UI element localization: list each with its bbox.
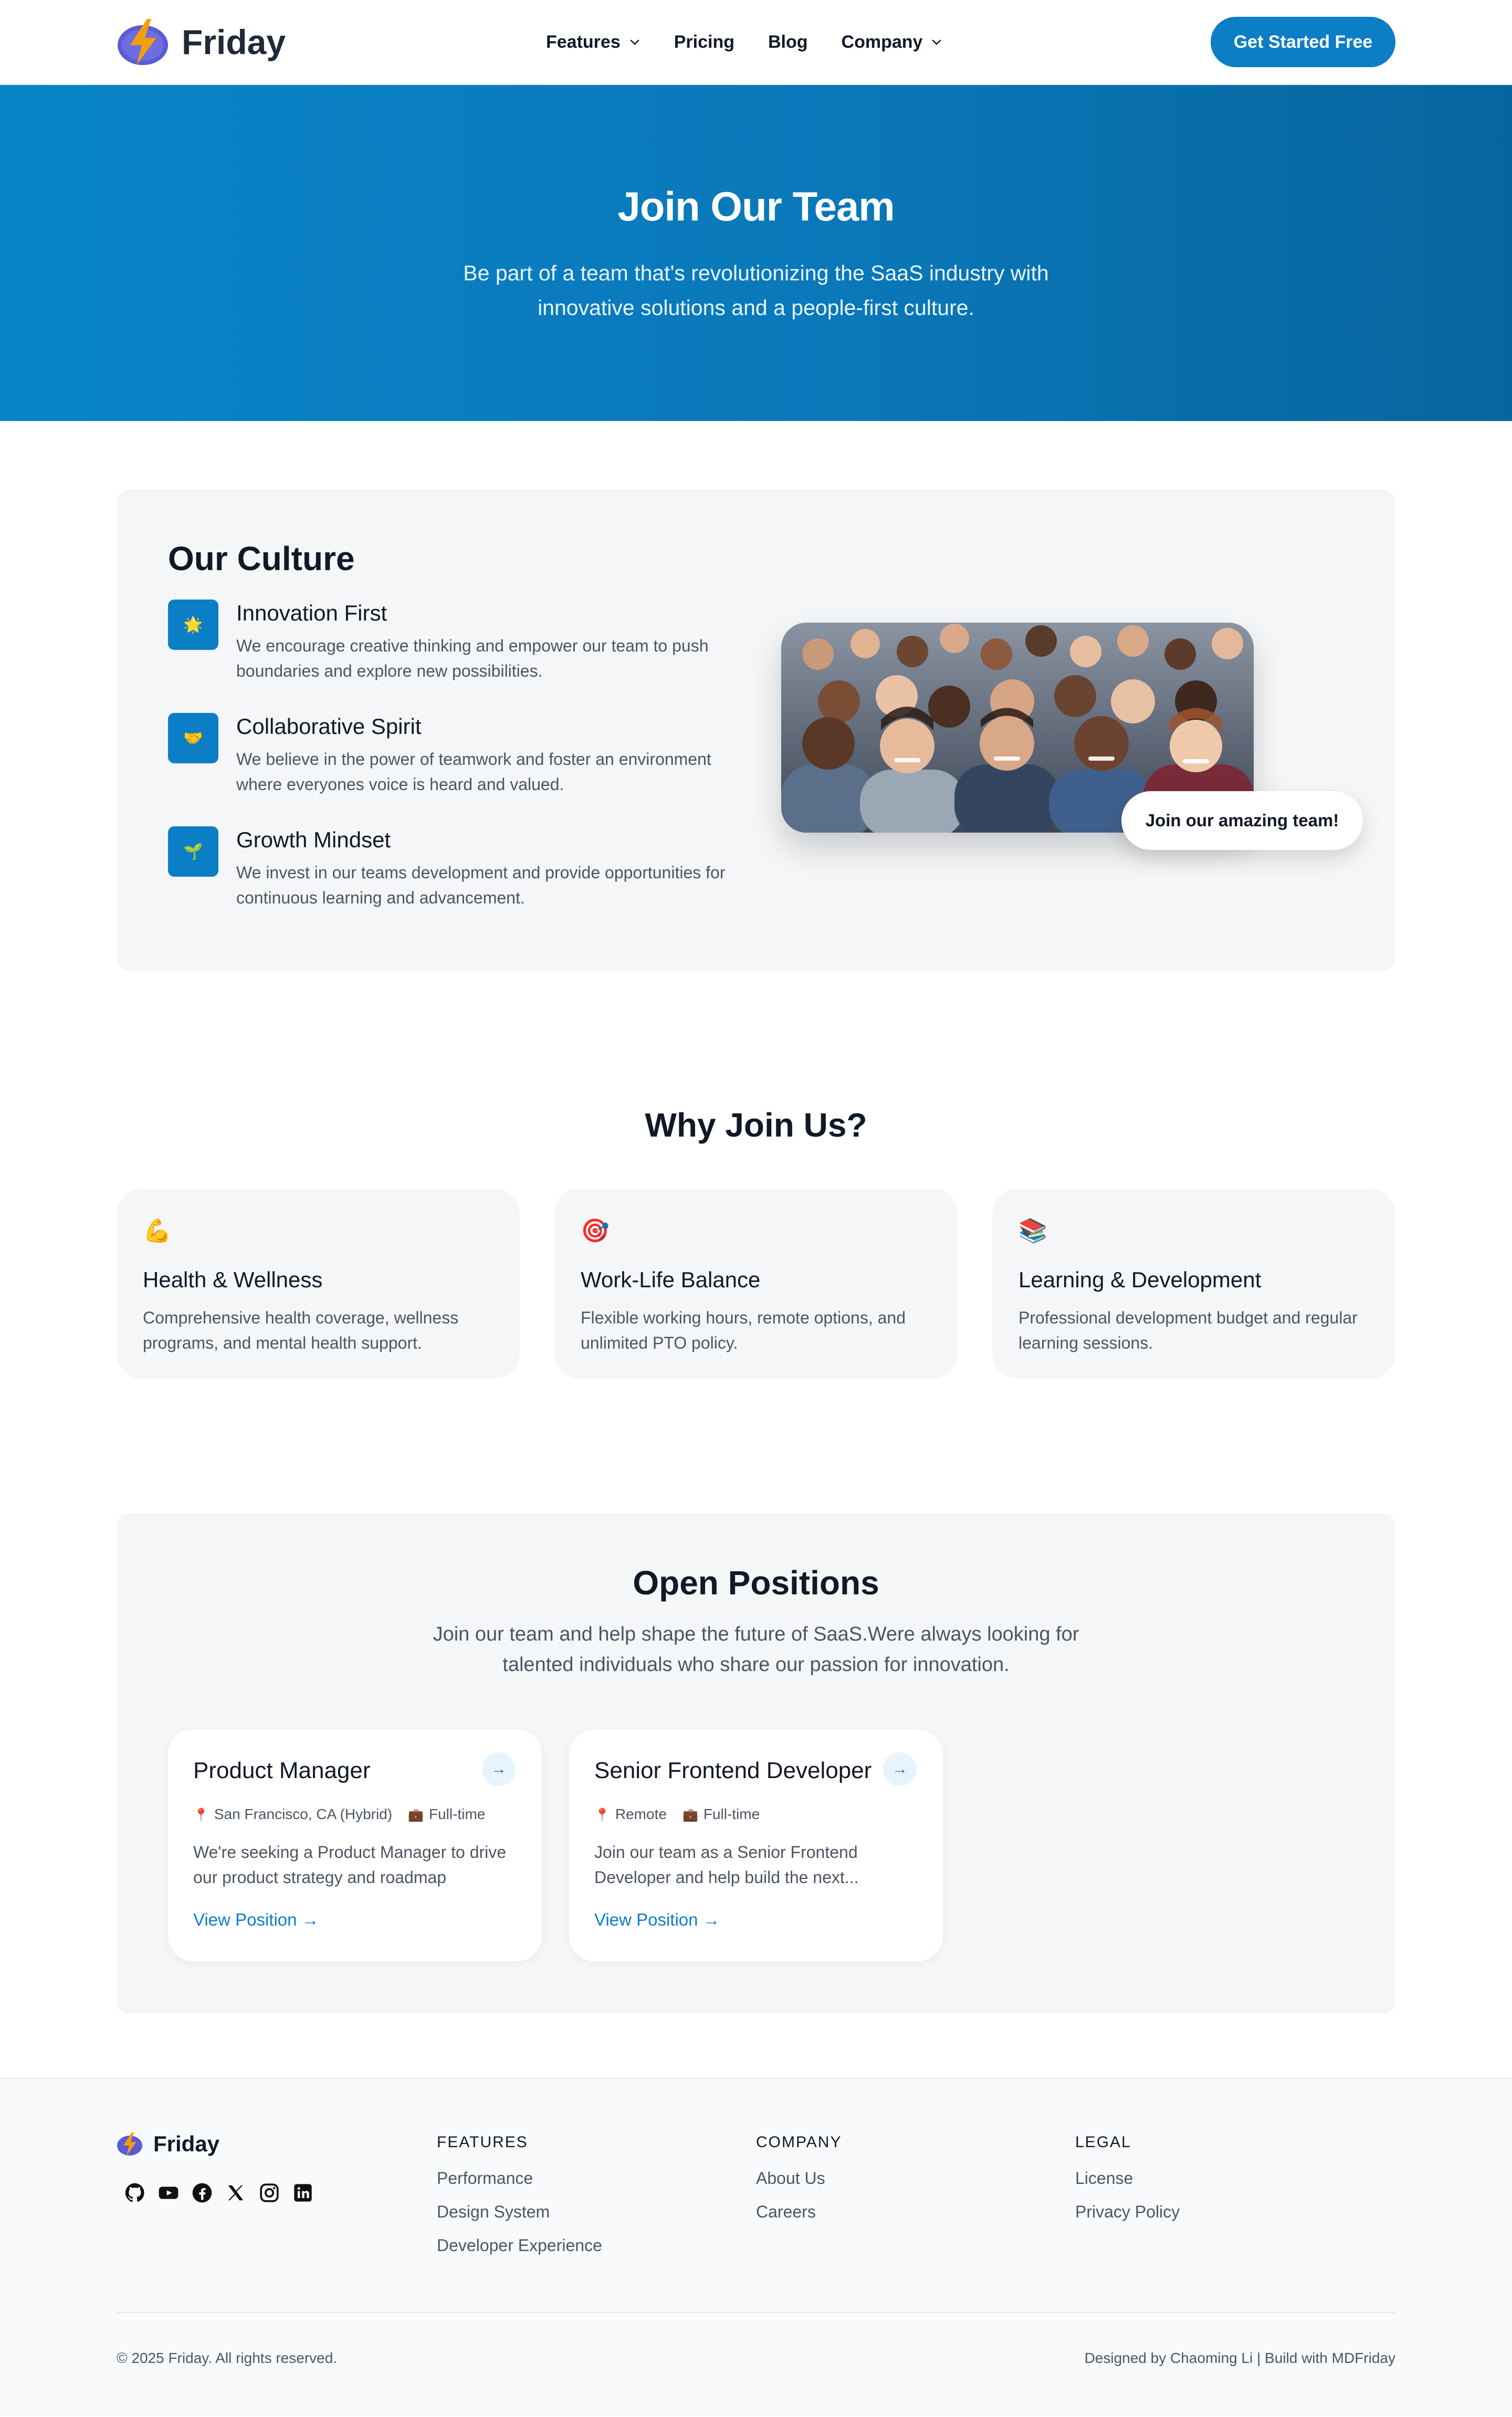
footer-divider <box>117 2312 1395 2313</box>
benefit-title: Learning & Development <box>1018 1267 1262 1292</box>
positions-title: Open Positions <box>633 1564 879 1602</box>
nav-features-label: Features <box>546 31 621 52</box>
x-twitter-icon[interactable] <box>225 2182 247 2204</box>
youtube-icon[interactable] <box>158 2182 180 2204</box>
view-position-link[interactable]: View Position → <box>594 1910 720 1930</box>
view-position-link[interactable]: View Position → <box>193 1910 319 1930</box>
value-description: We invest in our teams development and p… <box>236 863 726 907</box>
social-links <box>124 2182 314 2204</box>
culture-section: Our Culture 🌟 Innovation First We encour… <box>117 489 1395 971</box>
job-title: Product Manager <box>193 1758 371 1783</box>
credit-text: Designed by Chaoming Li | Build with MDF… <box>1084 2350 1395 2366</box>
join-team-badge: Join our amazing team! <box>1121 791 1363 850</box>
culture-title: Our Culture <box>168 540 355 577</box>
github-icon[interactable] <box>124 2182 146 2204</box>
location-pin-icon: 📍 <box>594 1808 610 1822</box>
footer-company-column: COMPANY About Us Careers <box>756 2134 842 2234</box>
why-join-title: Why Join Us? <box>645 1106 867 1144</box>
star-icon: 🌟 <box>168 600 218 650</box>
footer-features-column: FEATURES Performance Design System Devel… <box>437 2134 602 2268</box>
value-description: We believe in the power of teamwork and … <box>236 750 711 794</box>
value-title: Collaborative Spirit <box>236 714 422 739</box>
books-icon: 📚 <box>1018 1218 1047 1244</box>
chevron-down-icon <box>630 39 639 45</box>
site-footer: Friday FEATURES Performance Design Syste… <box>0 2078 1512 2416</box>
flexed-biceps-icon: 💪 <box>143 1218 172 1244</box>
footer-link-privacy-policy[interactable]: Privacy Policy <box>1075 2201 1180 2223</box>
job-type: Full-time <box>703 1806 760 1822</box>
job-description: We're seeking a Product Manager to drive… <box>193 1843 507 1887</box>
footer-column-heading: FEATURES <box>437 2134 528 2151</box>
footer-legal-column: LEGAL License Privacy Policy <box>1075 2134 1180 2234</box>
job-card-frontend-developer[interactable]: Senior Frontend Developer → 📍 Remote 💼 Ful… <box>569 1729 943 1961</box>
nav-company-dropdown[interactable]: Company <box>842 32 943 52</box>
job-card-product-manager[interactable]: Product Manager → 📍 San Francisco, CA (Hy… <box>168 1729 542 1961</box>
footer-link-license[interactable]: License <box>1075 2167 1180 2189</box>
job-meta: 📍 San Francisco, CA (Hybrid) 💼 Full-time <box>193 1806 485 1823</box>
value-title: Innovation First <box>236 601 387 625</box>
target-icon: 🎯 <box>581 1218 610 1244</box>
lightning-logo-icon <box>117 2132 142 2156</box>
arrow-right-icon[interactable]: → <box>883 1752 917 1786</box>
job-title: Senior Frontend Developer <box>594 1758 872 1783</box>
benefit-card-learning: 📚 Learning & Development Professional de… <box>992 1189 1395 1379</box>
handshake-icon: 🤝 <box>168 713 218 763</box>
footer-column-heading: COMPANY <box>756 2134 842 2151</box>
job-type: Full-time <box>429 1806 486 1822</box>
lightning-logo-icon <box>118 19 168 65</box>
instagram-icon[interactable] <box>258 2182 280 2204</box>
nav-blog-link[interactable]: Blog <box>768 32 808 52</box>
footer-link-developer-experience[interactable]: Developer Experience <box>437 2234 602 2256</box>
linkedin-icon[interactable] <box>292 2182 314 2204</box>
value-description: We encourage creative thinking and empow… <box>236 636 709 680</box>
seedling-icon: 🌱 <box>168 826 218 877</box>
job-location: San Francisco, CA (Hybrid) <box>214 1806 393 1822</box>
main-nav: Features Pricing Blog Company <box>546 0 942 84</box>
hero-subtitle: Be part of a team that's revolutionizing… <box>463 261 1049 320</box>
footer-brand-name: Friday <box>153 2131 220 2156</box>
arrow-right-icon[interactable]: → <box>482 1752 516 1786</box>
benefit-cards: 💪 Health & Wellness Comprehensive health… <box>117 1189 1395 1379</box>
benefit-description: Professional development budget and regu… <box>1018 1308 1358 1352</box>
benefit-description: Comprehensive health coverage, wellness … <box>143 1308 459 1352</box>
get-started-button[interactable]: Get Started Free <box>1211 17 1395 67</box>
open-positions-section: Open Positions Join our team and help sh… <box>117 1513 1395 2014</box>
job-description: Join our team as a Senior Frontend Devel… <box>594 1843 859 1887</box>
hero-section: Join Our Team Be part of a team that's r… <box>0 85 1512 421</box>
site-header: Friday Features Pricing Blog Company Get… <box>0 0 1512 85</box>
footer-link-about-us[interactable]: About Us <box>756 2167 842 2189</box>
footer-brand-link[interactable]: Friday <box>117 2131 219 2157</box>
benefit-description: Flexible working hours, remote options, … <box>581 1308 906 1352</box>
location-pin-icon: 📍 <box>193 1808 209 1822</box>
positions-lead: Join our team and help shape the future … <box>433 1623 1079 1676</box>
job-location: Remote <box>615 1806 667 1822</box>
benefit-title: Work-Life Balance <box>581 1267 761 1292</box>
brand-logo-link[interactable]: Friday <box>117 18 286 66</box>
briefcase-icon: 💼 <box>682 1808 698 1822</box>
nav-pricing-link[interactable]: Pricing <box>674 32 734 52</box>
footer-link-performance[interactable]: Performance <box>437 2167 602 2189</box>
footer-link-careers[interactable]: Careers <box>756 2201 842 2223</box>
brand-name: Friday <box>182 23 286 61</box>
value-title: Growth Mindset <box>236 827 391 852</box>
job-meta: 📍 Remote 💼 Full-time <box>594 1806 760 1823</box>
nav-company-label: Company <box>841 31 923 52</box>
why-join-section: Why Join Us? 💪 Health & Wellness Compreh… <box>117 1106 1395 1379</box>
benefit-title: Health & Wellness <box>143 1267 323 1292</box>
copyright-text: © 2025 Friday. All rights reserved. <box>117 2350 338 2366</box>
benefit-card-health: 💪 Health & Wellness Comprehensive health… <box>117 1189 520 1379</box>
footer-link-design-system[interactable]: Design System <box>437 2201 602 2223</box>
nav-features-dropdown[interactable]: Features <box>546 32 640 52</box>
chevron-down-icon <box>932 39 941 45</box>
footer-column-heading: LEGAL <box>1075 2134 1131 2151</box>
hero-title: Join Our Team <box>617 183 895 229</box>
briefcase-icon: 💼 <box>408 1808 424 1822</box>
benefit-card-balance: 🎯 Work-Life Balance Flexible working hou… <box>554 1189 958 1379</box>
facebook-icon[interactable] <box>191 2182 213 2204</box>
